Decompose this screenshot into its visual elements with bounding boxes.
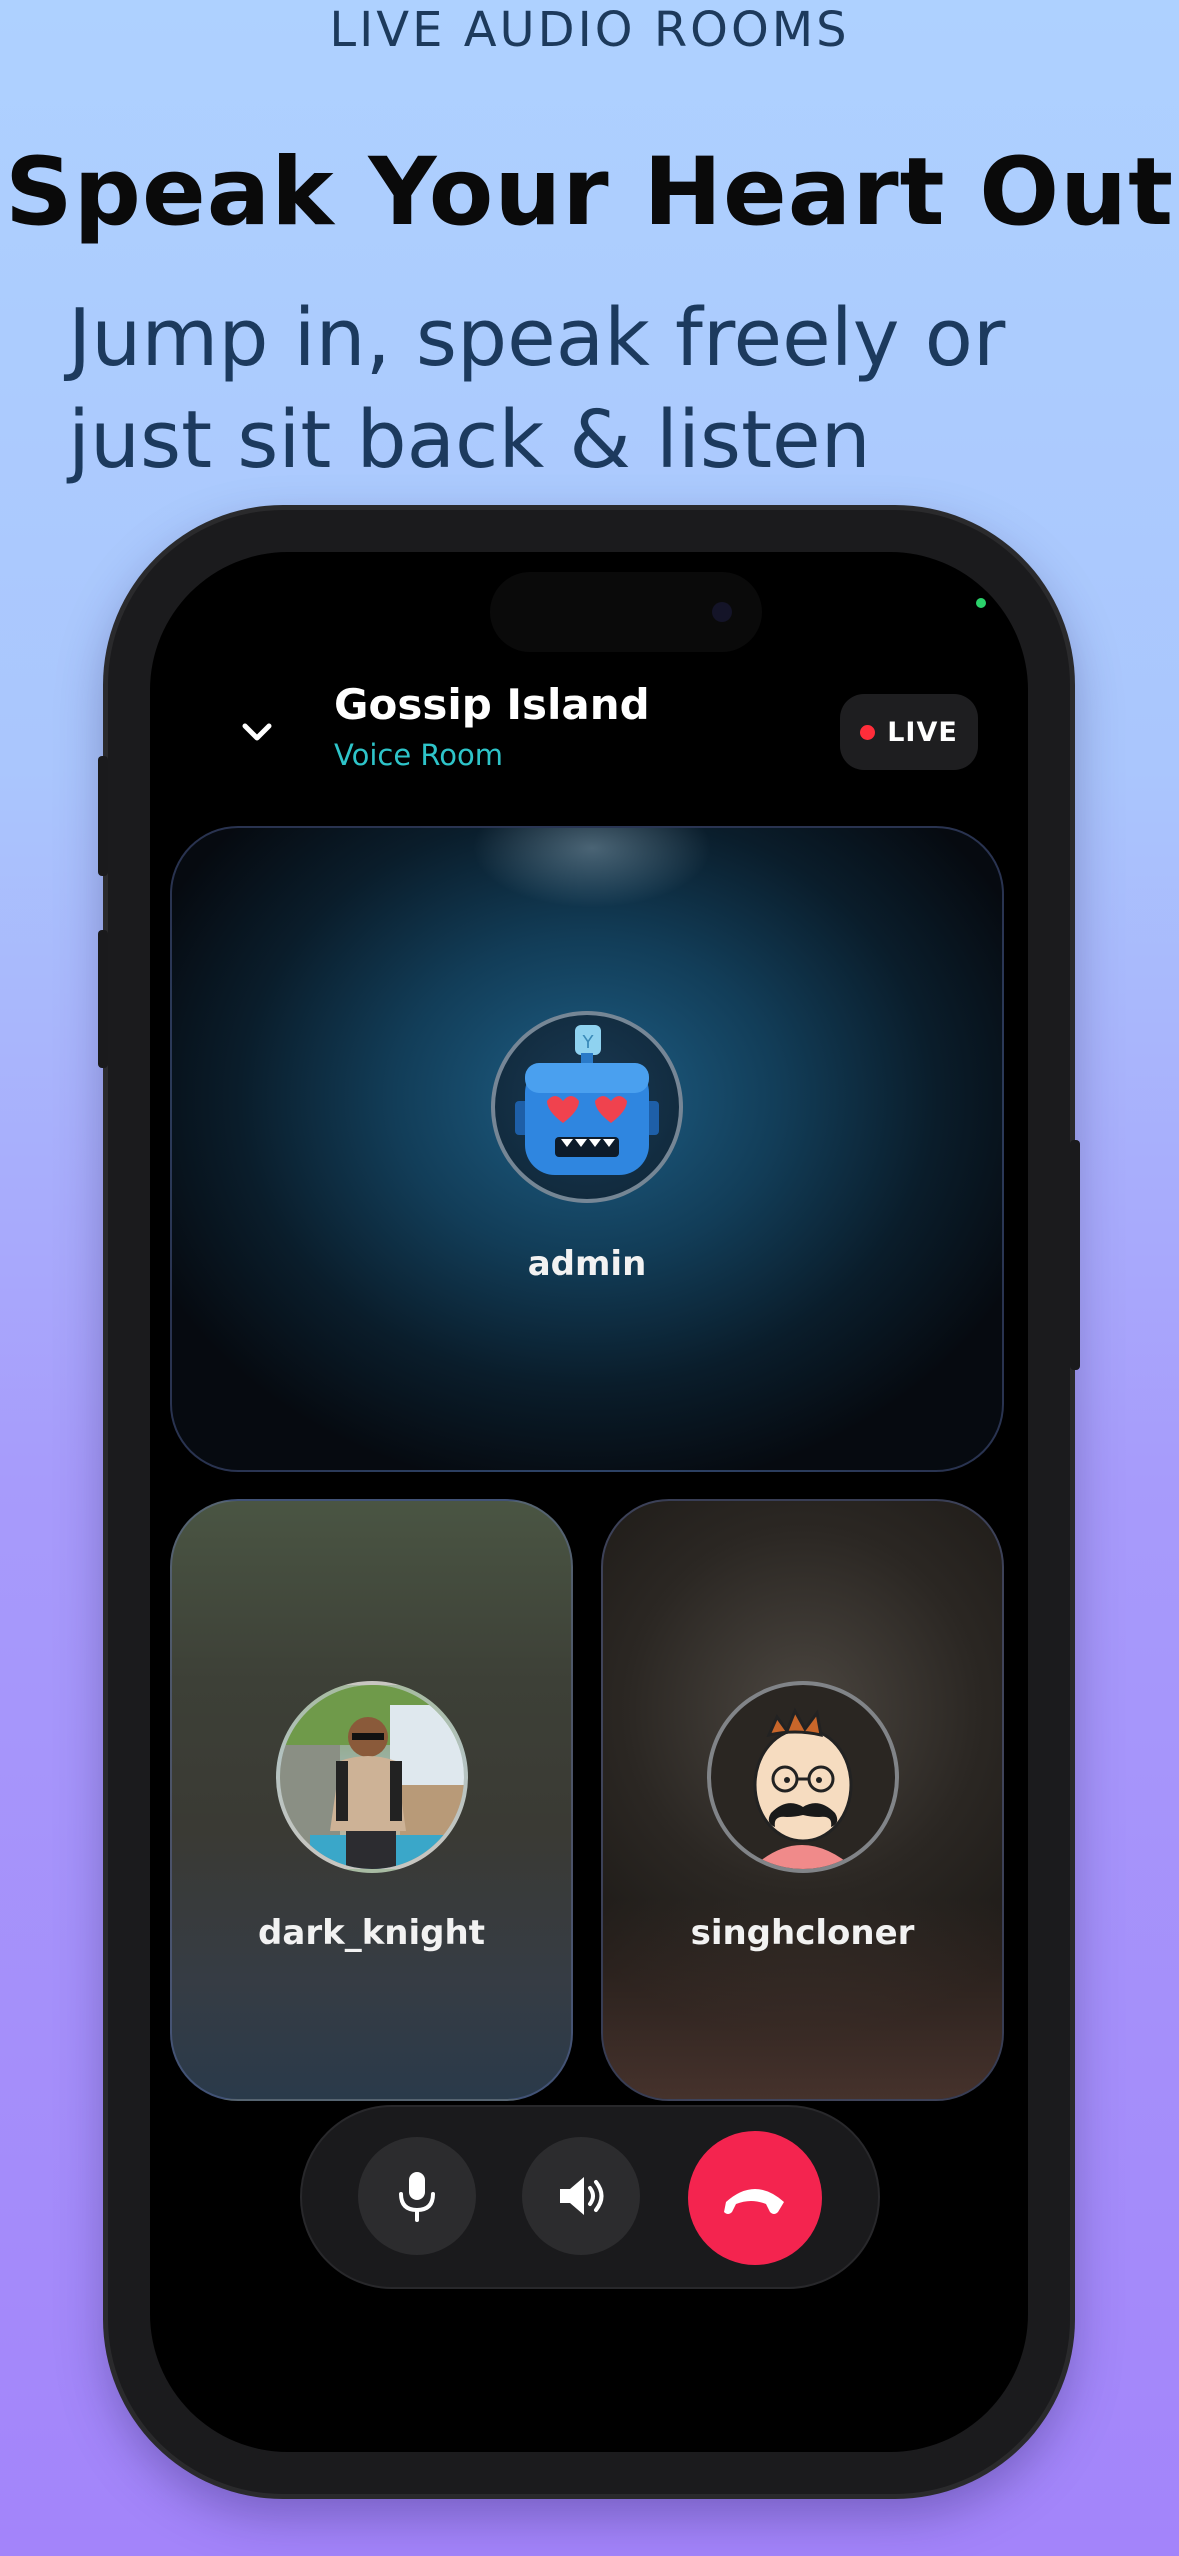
speaker-card-admin[interactable]: Y admin (170, 826, 1004, 1472)
camera-indicator (976, 598, 986, 608)
phone-frame: Gossip Island Voice Room LIVE Y admin da… (98, 510, 1080, 2494)
participant-name: singhcloner (690, 1913, 915, 1953)
hang-up-icon (724, 2189, 784, 2214)
end-call-button[interactable] (688, 2131, 822, 2265)
participant-name: dark_knight (258, 1913, 485, 1953)
microphone-icon (399, 2172, 435, 2222)
phone-side-button (98, 930, 108, 1068)
speaker-icon (560, 2177, 604, 2215)
phone-side-button (98, 756, 108, 876)
live-dot-icon (860, 724, 876, 740)
person-photo-icon (280, 1685, 464, 1869)
photo-avatar (276, 1681, 468, 1873)
phone-screen: Gossip Island Voice Room LIVE Y admin da… (150, 552, 1028, 2452)
live-badge: LIVE (840, 694, 978, 770)
promo-eyebrow: LIVE AUDIO ROOMS (329, 2, 850, 58)
room-subtitle: Voice Room (334, 738, 503, 772)
chevron-down-icon (242, 723, 272, 741)
promo-subhead: Jump in, speak freely or just sit back &… (68, 292, 1006, 486)
phone-side-button (1070, 1140, 1080, 1370)
speaker-card-dark-knight[interactable]: dark_knight (170, 1499, 573, 2101)
call-controls (300, 2105, 880, 2289)
promo-headline: Speak Your Heart Out (4, 138, 1175, 247)
cartoon-avatar (707, 1681, 899, 1873)
speaker-button[interactable] (522, 2137, 640, 2255)
robot-heart-eyes-icon: Y (515, 1025, 659, 1175)
participant-name: admin (527, 1244, 647, 1284)
mic-button[interactable] (358, 2137, 476, 2255)
dynamic-island (490, 572, 762, 652)
room-title: Gossip Island (334, 680, 650, 729)
svg-text:Y: Y (582, 1032, 595, 1053)
live-label: LIVE (887, 716, 958, 748)
robot-avatar: Y (491, 1011, 683, 1203)
speaker-card-singhcloner[interactable]: singhcloner (601, 1499, 1004, 2101)
collapse-button[interactable] (232, 707, 282, 757)
mustache-cartoon-icon (751, 1707, 855, 1869)
